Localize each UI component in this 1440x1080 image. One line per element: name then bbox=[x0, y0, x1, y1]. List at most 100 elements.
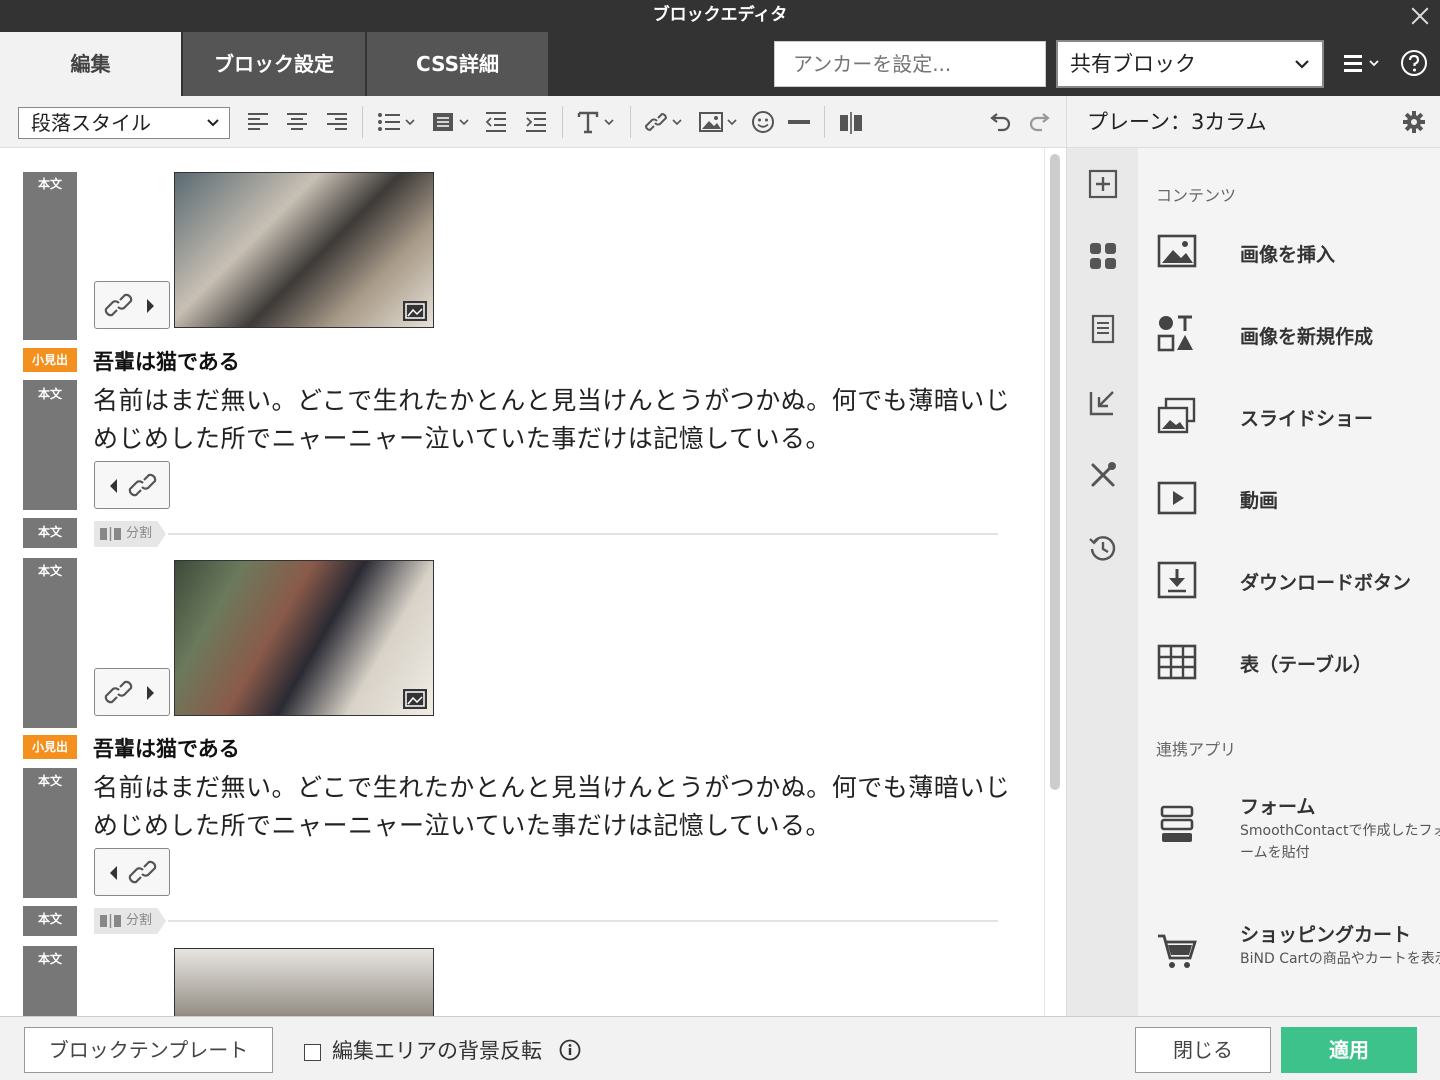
create-image-item[interactable]: 画像を新規作成 bbox=[1156, 314, 1436, 358]
tab-block-settings[interactable]: ブロック設定 bbox=[183, 32, 366, 96]
form-app-item[interactable]: フォーム SmoothContactで作成したフォームを貼付 bbox=[1156, 790, 1440, 874]
image-link-button[interactable] bbox=[94, 281, 170, 329]
column-heading[interactable]: 吾輩は猫である bbox=[93, 733, 240, 763]
panel-title: プレーン：3カラム bbox=[1087, 110, 1267, 134]
emoji-icon[interactable] bbox=[750, 108, 776, 136]
indent-icon[interactable] bbox=[524, 108, 550, 136]
close-button[interactable]: 閉じる bbox=[1135, 1027, 1271, 1073]
invert-background-label[interactable]: 編集エリアの背景反転 bbox=[332, 1035, 542, 1065]
table-item[interactable]: 表（テーブル） bbox=[1156, 642, 1436, 686]
video-label: 動画 bbox=[1240, 490, 1279, 512]
block-format-icon[interactable] bbox=[430, 108, 474, 136]
body-tag: 本文 bbox=[37, 952, 62, 966]
text-style-icon[interactable] bbox=[576, 108, 620, 136]
split-tag: 分割 bbox=[94, 908, 166, 934]
close-window-icon[interactable] bbox=[1408, 4, 1432, 28]
block-editor-window: ブロックエディタ 編集 ブロック設定 CSS詳細 共有ブロック 段落スタイル bbox=[0, 0, 1440, 1080]
column-split-icon[interactable] bbox=[838, 108, 864, 136]
gear-icon[interactable] bbox=[1402, 110, 1426, 134]
column-heading[interactable]: 吾輩は猫である bbox=[93, 346, 240, 376]
edit-area-scrollbar[interactable] bbox=[1044, 148, 1064, 1016]
apply-button[interactable]: 適用 bbox=[1281, 1027, 1417, 1073]
undo-icon[interactable] bbox=[986, 108, 1014, 136]
toolbar-divider bbox=[630, 106, 631, 138]
history-icon[interactable] bbox=[1087, 532, 1119, 564]
align-center-icon[interactable] bbox=[285, 108, 309, 136]
subheading-tag: 小見出 bbox=[23, 735, 77, 759]
panel-header: プレーン：3カラム bbox=[1066, 96, 1440, 148]
photo-meeting[interactable] bbox=[174, 172, 434, 328]
outdent-icon[interactable] bbox=[484, 108, 510, 136]
text-link-button[interactable] bbox=[94, 461, 170, 509]
paragraph-style-select[interactable]: 段落スタイル bbox=[18, 107, 230, 139]
body-tag: 本文 bbox=[37, 177, 62, 191]
panel-icon-rail bbox=[1066, 148, 1138, 1016]
image-icon bbox=[1157, 234, 1197, 268]
body-tag: 本文 bbox=[37, 564, 62, 578]
slideshow-label: スライドショー bbox=[1240, 408, 1374, 430]
window-title: ブロックエディタ bbox=[652, 5, 788, 25]
chevron-down-icon bbox=[207, 119, 219, 127]
link-icon[interactable] bbox=[644, 108, 688, 136]
tab-edit[interactable]: 編集 bbox=[0, 32, 182, 96]
column-split-icon bbox=[100, 914, 121, 928]
invert-background-checkbox[interactable] bbox=[304, 1044, 321, 1061]
split-divider[interactable]: 分割 bbox=[94, 908, 998, 934]
text-link-button[interactable] bbox=[94, 848, 170, 896]
block-gutter bbox=[23, 172, 77, 340]
help-icon[interactable] bbox=[1400, 49, 1428, 77]
column-body-text[interactable]: 名前はまだ無い。どこで生れたかとんと見当けんとうがつかぬ。何でも薄暗いじめじめし… bbox=[93, 382, 1013, 458]
contents-list: コンテンツ 画像を挿入 画像を新規作成 スライドショー 動画 ダウンロードボタン… bbox=[1138, 148, 1440, 1016]
toolbar-divider bbox=[824, 106, 825, 138]
table-label: 表（テーブル） bbox=[1240, 654, 1372, 676]
insert-image-item[interactable]: 画像を挿入 bbox=[1156, 232, 1436, 276]
parts-grid-icon[interactable] bbox=[1087, 240, 1119, 272]
block-gutter bbox=[23, 558, 77, 728]
split-label: 分割 bbox=[126, 913, 153, 928]
edit-area[interactable]: 本文 小見出 吾輩は猫である 本文 名前はまだ無い。どこで生れたかとんと見当けん… bbox=[0, 148, 1066, 1016]
video-item[interactable]: 動画 bbox=[1156, 478, 1436, 522]
shopping-cart-item[interactable]: ショッピングカート BiND Cartの商品やカートを表示 bbox=[1156, 918, 1440, 1002]
split-tag: 分割 bbox=[94, 521, 166, 547]
block-template-button[interactable]: ブロックテンプレート bbox=[24, 1027, 273, 1073]
page-icon[interactable] bbox=[1087, 313, 1119, 345]
tools-icon[interactable] bbox=[1087, 459, 1119, 491]
list-icon[interactable] bbox=[376, 108, 420, 136]
photo-team[interactable] bbox=[174, 948, 434, 1016]
scrollbar-thumb[interactable] bbox=[1050, 154, 1060, 790]
link-icon bbox=[110, 860, 157, 884]
image-badge-icon bbox=[403, 301, 427, 321]
download-icon bbox=[1157, 561, 1197, 599]
column-body-text[interactable]: 名前はまだ無い。どこで生れたかとんと見当けんとうがつかぬ。何でも薄暗いじめじめし… bbox=[93, 769, 1013, 845]
chevron-down-icon bbox=[1295, 60, 1309, 69]
contents-section-label: コンテンツ bbox=[1156, 186, 1237, 205]
body-tag: 本文 bbox=[37, 525, 62, 539]
import-icon[interactable] bbox=[1087, 386, 1119, 418]
photo-office[interactable] bbox=[174, 560, 434, 716]
align-left-icon[interactable] bbox=[246, 108, 270, 136]
split-divider[interactable]: 分割 bbox=[94, 521, 998, 547]
tab-css-details[interactable]: CSS詳細 bbox=[367, 32, 549, 96]
info-icon[interactable] bbox=[559, 1039, 581, 1061]
menu-icon[interactable] bbox=[1340, 50, 1386, 78]
shopping-cart-label: ショッピングカート bbox=[1240, 924, 1412, 946]
align-right-icon[interactable] bbox=[325, 108, 349, 136]
anchor-input[interactable] bbox=[774, 41, 1046, 87]
video-icon bbox=[1157, 481, 1197, 515]
bottom-bar: ブロックテンプレート 編集エリアの背景反転 閉じる 適用 bbox=[0, 1016, 1440, 1080]
horizontal-rule-icon[interactable] bbox=[786, 108, 812, 136]
table-icon bbox=[1157, 644, 1197, 680]
download-button-item[interactable]: ダウンロードボタン bbox=[1156, 560, 1436, 604]
title-bar: ブロックエディタ bbox=[0, 0, 1440, 32]
form-app-desc: SmoothContactで作成したフォームを貼付 bbox=[1240, 823, 1440, 861]
add-block-icon[interactable] bbox=[1087, 168, 1119, 200]
shared-block-select[interactable]: 共有ブロック bbox=[1056, 40, 1324, 88]
image-link-button[interactable] bbox=[94, 668, 170, 716]
slideshow-item[interactable]: スライドショー bbox=[1156, 396, 1436, 440]
image-icon[interactable] bbox=[698, 108, 742, 136]
create-image-label: 画像を新規作成 bbox=[1240, 326, 1374, 348]
link-icon bbox=[104, 680, 154, 704]
redo-icon[interactable] bbox=[1026, 108, 1054, 136]
toolbar-divider bbox=[562, 106, 563, 138]
apps-section-label: 連携アプリ bbox=[1156, 740, 1237, 759]
